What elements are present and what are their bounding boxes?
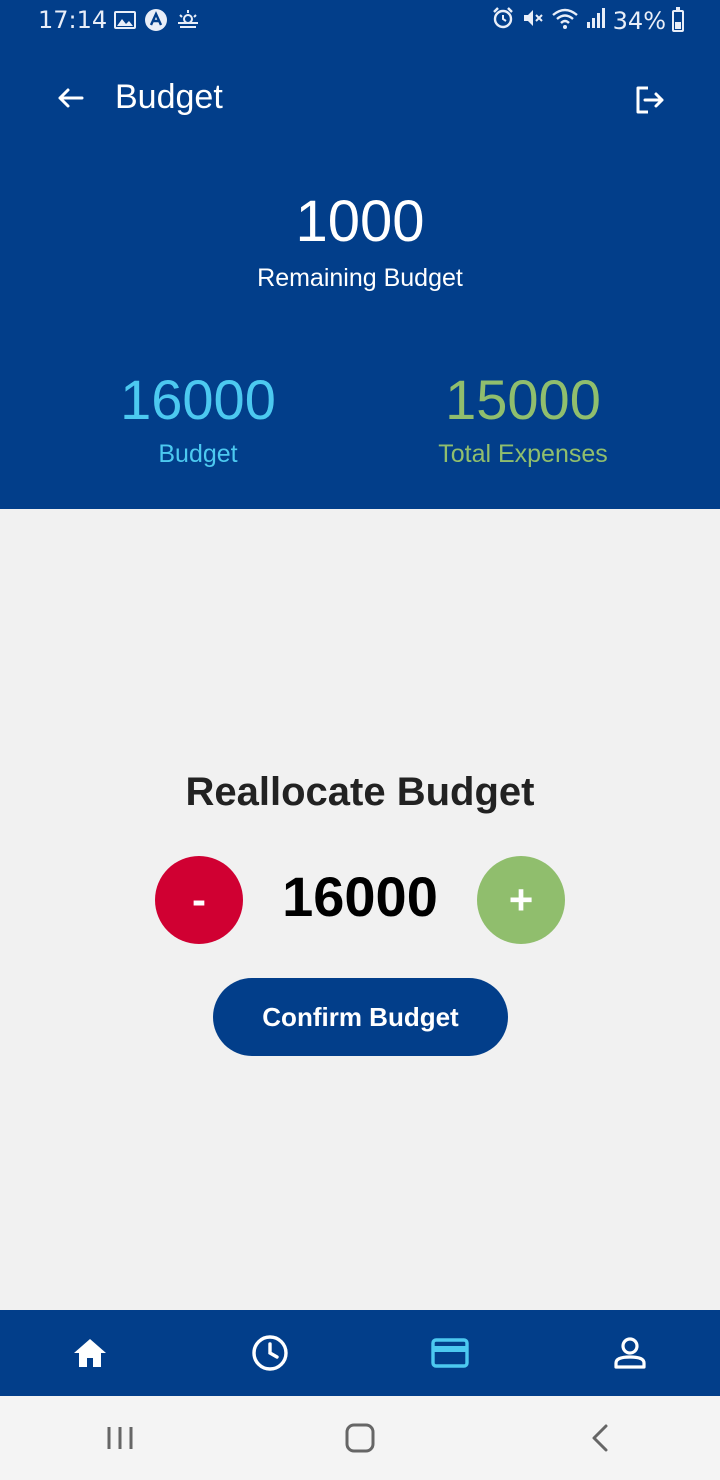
reallocate-title: Reallocate Budget — [185, 770, 535, 814]
battery-icon — [672, 6, 684, 32]
arrow-left-icon — [58, 88, 84, 108]
system-nav-bar — [0, 1396, 720, 1480]
confirm-budget-button[interactable]: Confirm Budget — [213, 978, 508, 1056]
weather-icon — [176, 9, 200, 36]
recent-apps-icon — [107, 1427, 133, 1449]
home-icon — [74, 1339, 106, 1367]
signal-icon — [585, 7, 607, 34]
nav-home[interactable] — [0, 1310, 180, 1396]
home-square-icon — [345, 1423, 375, 1453]
clock-icon — [252, 1335, 288, 1371]
budget-label: Budget — [158, 440, 238, 468]
app-a-icon — [144, 8, 168, 37]
expenses-label: Total Expenses — [438, 440, 608, 468]
back-button[interactable] — [52, 80, 88, 116]
chevron-left-icon — [592, 1424, 608, 1452]
profile-icon — [614, 1337, 646, 1369]
increase-button[interactable]: + — [477, 856, 565, 944]
logout-button[interactable] — [632, 82, 668, 118]
bottom-nav — [0, 1310, 720, 1396]
status-time: 17:14 — [38, 6, 108, 34]
nav-history[interactable] — [180, 1310, 360, 1396]
battery-percent: 34% — [612, 6, 666, 35]
logout-icon — [636, 86, 664, 114]
image-icon — [114, 10, 136, 35]
expenses-stat: 15000 Total Expenses — [373, 362, 673, 469]
budget-value: 16000 — [120, 368, 276, 431]
status-right: 34% — [491, 6, 684, 35]
home-system-button[interactable] — [240, 1396, 480, 1480]
status-left-icons — [114, 8, 200, 37]
expenses-value: 15000 — [445, 368, 601, 431]
recent-apps-button[interactable] — [0, 1396, 240, 1480]
remaining-budget-label: Remaining Budget — [257, 264, 463, 292]
back-system-button[interactable] — [480, 1396, 720, 1480]
remaining-budget-value: 1000 — [295, 189, 425, 254]
alarm-icon — [491, 6, 515, 35]
card-icon — [431, 1338, 469, 1368]
decrease-button[interactable]: - — [155, 856, 243, 944]
nav-budget[interactable] — [360, 1310, 540, 1396]
nav-profile[interactable] — [540, 1310, 720, 1396]
header: 17:14 34% Budget 1000 Remaining Budget 1… — [0, 0, 720, 509]
wifi-icon — [551, 6, 579, 35]
status-bar: 17:14 34% — [0, 0, 720, 42]
page-title: Budget — [115, 78, 223, 116]
mute-icon — [521, 6, 545, 35]
budget-amount: 16000 — [282, 865, 438, 928]
budget-stat: 16000 Budget — [48, 362, 348, 469]
